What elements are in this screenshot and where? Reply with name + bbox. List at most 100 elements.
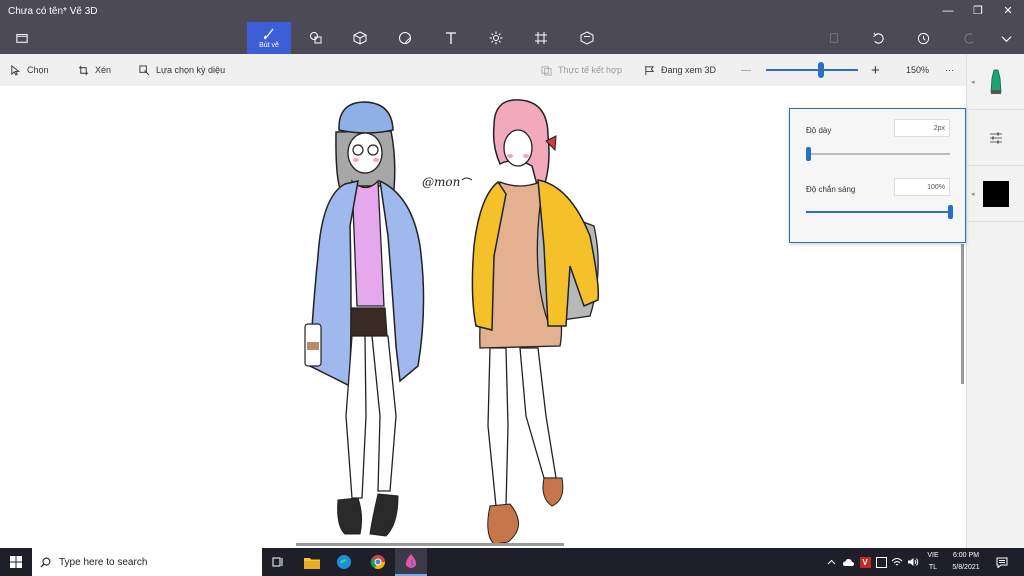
expand-ribbon-button[interactable]: [986, 22, 1024, 54]
cloud-icon: [843, 559, 854, 566]
text-tool[interactable]: [429, 22, 473, 54]
3d-library-icon: [580, 31, 594, 45]
window-title: Chưa có tên* Vẽ 3D: [8, 6, 98, 17]
mixed-reality-label: Thực tế kết hợp: [558, 65, 622, 75]
shapes-3d-tool[interactable]: [338, 22, 382, 54]
stickers-tool[interactable]: [383, 22, 427, 54]
taskbar-clock[interactable]: 6:00 PM 5/8/2021: [944, 550, 988, 574]
history-button[interactable]: [903, 22, 943, 54]
paint-3d-icon: [405, 554, 417, 568]
color-picker[interactable]: ◂: [967, 166, 1024, 222]
wifi-icon: [891, 558, 903, 566]
more-icon: ···: [945, 65, 954, 75]
chrome-icon: [370, 555, 385, 569]
taskbar-search-box[interactable]: Type here to search: [32, 548, 262, 576]
task-view-button[interactable]: [262, 548, 294, 576]
brush-type-selector[interactable]: ◂: [967, 54, 1024, 110]
restore-button[interactable]: ❐: [962, 0, 994, 22]
show-hidden-icons-button[interactable]: [824, 548, 838, 576]
sliders-icon: [990, 132, 1002, 143]
zoom-slider-thumb[interactable]: [818, 62, 825, 78]
effects-icon: [489, 31, 503, 45]
history-icon: [917, 32, 929, 44]
effects-tool[interactable]: [474, 22, 518, 54]
select-button[interactable]: Chọn: [10, 54, 49, 86]
edge-browser-app[interactable]: [328, 548, 360, 576]
minimize-button[interactable]: —: [932, 0, 964, 22]
notification-icon: [996, 557, 1008, 568]
undo-button[interactable]: [858, 22, 898, 54]
expand-arrow-icon: ◂: [971, 79, 975, 86]
paint-3d-app[interactable]: [395, 548, 427, 576]
volume-tray-icon[interactable]: [905, 548, 921, 576]
view-3d-button[interactable]: Đang xem 3D: [644, 54, 716, 86]
chrome-browser-app[interactable]: [362, 548, 394, 576]
crop-button[interactable]: Xén: [78, 54, 111, 86]
zoom-out-button[interactable]: —: [741, 54, 751, 86]
opacity-input[interactable]: 100%: [894, 178, 950, 196]
windows-taskbar: Type here to search V VIE TL 6:00 PM 5/8…: [0, 548, 1024, 576]
canvas-icon: [535, 32, 547, 44]
redo-button[interactable]: [949, 22, 989, 54]
close-button[interactable]: ✕: [992, 0, 1024, 22]
thickness-slider-thumb[interactable]: [806, 147, 812, 161]
crop-label: Xén: [95, 65, 112, 75]
brushes-label: Bút vẽ: [259, 42, 279, 49]
signature-text: @mon: [422, 175, 460, 189]
file-explorer-app[interactable]: [296, 548, 328, 576]
zoom-in-button[interactable]: +: [871, 54, 880, 86]
stickers-icon: [399, 32, 411, 44]
shapes-2d-tool[interactable]: [294, 22, 338, 54]
canvas-tool[interactable]: [519, 22, 563, 54]
brushes-tool[interactable]: Bút vẽ: [247, 22, 291, 54]
clock-time: 6:00 PM: [952, 552, 980, 559]
folder-icon: [16, 34, 28, 43]
shapes-3d-icon: [353, 31, 367, 45]
search-placeholder: Type here to search: [59, 556, 148, 568]
title-bar: Chưa có tên* Vẽ 3D — ❐ ✕: [0, 0, 1024, 22]
paste-button[interactable]: [814, 22, 854, 54]
clock-date: 5/8/2021: [952, 564, 980, 571]
expand-arrow-icon: ◂: [971, 191, 975, 198]
brush-settings-toggle[interactable]: [967, 110, 1024, 166]
wifi-tray-icon[interactable]: [889, 548, 905, 576]
zoom-percent[interactable]: 150%: [906, 54, 929, 86]
crop-icon: [78, 65, 89, 75]
vertical-scrollbar[interactable]: [961, 244, 964, 384]
paint-tray-icon[interactable]: [873, 548, 889, 576]
action-center-button[interactable]: [992, 548, 1012, 576]
opacity-slider-thumb[interactable]: [947, 205, 953, 219]
language-line-2: TL: [928, 564, 938, 571]
view-3d-label: Đang xem 3D: [661, 65, 717, 75]
marker-icon: [990, 69, 1002, 94]
task-view-icon: [272, 557, 283, 567]
antivirus-icon: V: [859, 556, 871, 568]
chevron-up-icon: [827, 559, 835, 564]
zoom-out-icon: —: [741, 64, 751, 76]
shapes-2d-icon: [310, 32, 322, 44]
onedrive-tray-icon[interactable]: [840, 548, 856, 576]
horizontal-scrollbar[interactable]: [296, 543, 564, 546]
start-button[interactable]: [0, 548, 32, 576]
opacity-label: Độ chắn sáng: [806, 185, 856, 194]
mixed-reality-button[interactable]: Thực tế kết hợp: [541, 54, 622, 86]
more-options-button[interactable]: ···: [945, 54, 954, 86]
text-icon: [446, 32, 456, 44]
magic-select-button[interactable]: Lựa chọn kỳ diệu: [139, 54, 225, 86]
chevron-down-icon: [1000, 35, 1012, 42]
mixed-reality-icon: [541, 65, 552, 76]
zoom-slider[interactable]: [766, 69, 858, 71]
menu-button[interactable]: [2, 22, 42, 54]
input-language-indicator[interactable]: VIE TL: [922, 550, 944, 574]
edge-icon: [337, 555, 351, 569]
antivirus-tray-icon[interactable]: V: [857, 548, 873, 576]
thickness-input[interactable]: 2px: [894, 119, 950, 137]
thickness-slider-track[interactable]: [806, 153, 950, 155]
current-color-swatch[interactable]: [983, 180, 1009, 207]
magic-select-icon: [139, 64, 150, 75]
3d-library-tool[interactable]: [565, 22, 609, 54]
paint-tray-badge-icon: [875, 556, 887, 568]
cursor-icon: [11, 64, 21, 76]
magic-select-label: Lựa chọn kỳ diệu: [156, 65, 226, 75]
zoom-percent-value: 150%: [906, 65, 930, 75]
